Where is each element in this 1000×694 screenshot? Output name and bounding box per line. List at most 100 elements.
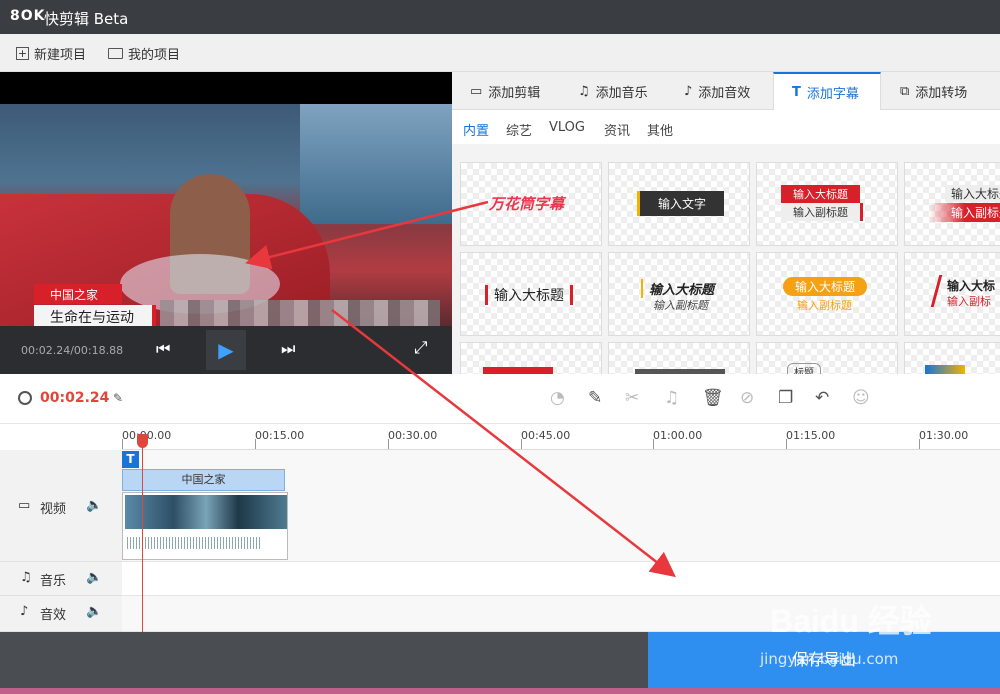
fullscreen-icon[interactable]: ⤢: [414, 338, 428, 358]
template-text: 输入大标题: [781, 185, 860, 203]
bell-icon[interactable]: ♫: [664, 388, 679, 408]
tab-label: 添加音乐: [595, 85, 648, 101]
template-card[interactable]: 输入大标题 输入副标题: [756, 162, 898, 246]
tab-label: 添加音效: [698, 85, 751, 101]
playback-controls: 00:02.24/00:18.88 ⏮ ▶ ⏭ ⤢: [0, 326, 452, 374]
template-card[interactable]: 标题: [756, 342, 898, 374]
template-card[interactable]: [904, 342, 1000, 374]
subtitle-clip[interactable]: 中国之家: [122, 469, 285, 491]
new-project-button[interactable]: + 新建项目: [16, 44, 86, 63]
tab-label: 添加剪辑: [488, 85, 541, 101]
track-header-video: ▭ 视频 🔈: [0, 450, 122, 562]
track-label: 音效: [40, 608, 67, 623]
trash-icon[interactable]: 🗑: [702, 388, 724, 408]
my-projects-button[interactable]: 我的项目: [108, 44, 180, 63]
subtab-other[interactable]: 其他: [647, 120, 673, 139]
subtab-variety[interactable]: 综艺: [506, 120, 532, 139]
next-frame-icon[interactable]: ⏭: [281, 339, 295, 359]
undo-icon[interactable]: ↶: [815, 388, 829, 408]
overlay-title-bottom: 生命在与运动: [34, 305, 156, 327]
music-icon: ♫: [578, 83, 590, 99]
pencil-icon[interactable]: ✎: [588, 388, 602, 408]
template-card[interactable]: 输入文字: [608, 162, 750, 246]
app-name: 快剪辑 Beta: [44, 10, 129, 28]
track-header-sfx: ♪ 音效 🔈: [0, 596, 122, 632]
ruler-tick: [122, 439, 123, 449]
playhead[interactable]: [142, 436, 143, 632]
template-text: 万花筒字幕: [489, 195, 565, 213]
title-bar: 8OK 快剪辑 Beta: [0, 0, 1000, 34]
subtitle-marker[interactable]: T: [122, 451, 139, 468]
accent-bar: [930, 275, 943, 307]
ruler-label: 00:15.00: [255, 429, 305, 442]
tab-add-music[interactable]: ♫ 添加音乐: [560, 72, 664, 110]
menu-bar: + 新建项目 我的项目: [0, 34, 1000, 72]
tab-add-subtitle[interactable]: T 添加字幕: [773, 72, 881, 110]
tab-label: 添加字幕: [806, 86, 859, 102]
music-icon: ♫: [20, 570, 32, 585]
ruler-tick: [653, 439, 654, 449]
tab-add-transition[interactable]: ⧉ 添加转场: [882, 72, 1000, 110]
new-project-label: 新建项目: [34, 48, 87, 63]
template-text: 输入大标题: [783, 277, 868, 296]
prev-frame-icon[interactable]: ⏮: [156, 339, 170, 359]
tab-add-sfx[interactable]: ♪ 添加音效: [666, 72, 772, 110]
video-clip[interactable]: [122, 492, 288, 560]
template-card[interactable]: 输入大标题 输入副标题: [608, 252, 750, 336]
play-button[interactable]: ▶: [206, 330, 246, 370]
sound-effect-icon: ♪: [20, 604, 29, 619]
ruler-tick: [919, 439, 920, 449]
template-grid: 万花筒字幕 输入文字 输入大标题 输入副标题 输入大标题 输入副标题 输入大标题…: [460, 162, 1000, 374]
scissors-icon[interactable]: ✂: [625, 388, 639, 408]
video-icon: ▭: [470, 83, 483, 99]
template-card[interactable]: [460, 342, 602, 374]
timeline-ruler[interactable]: 00:00.00 00:15.00 00:30.00 00:45.00 01:0…: [122, 424, 1000, 450]
speed-icon[interactable]: ◔: [550, 388, 565, 408]
template-text: 输入大标: [947, 279, 996, 293]
copy-icon[interactable]: ❐: [778, 388, 793, 408]
subtab-news[interactable]: 资讯: [604, 120, 630, 139]
template-card[interactable]: 输入大标 输入副标: [904, 252, 1000, 336]
subtab-builtin[interactable]: 内置: [463, 120, 489, 139]
background-sea: [300, 104, 452, 224]
template-card[interactable]: 输入大标题 输入副标题: [904, 162, 1000, 246]
overlay-title-top: 中国之家: [34, 284, 122, 304]
template-text: 输入大标题: [641, 279, 714, 298]
my-projects-label: 我的项目: [128, 48, 181, 63]
unlink-icon[interactable]: ⊘: [740, 388, 754, 408]
track-label: 视频: [40, 502, 67, 517]
baidu-url: jingyan.baidu.com: [760, 650, 899, 668]
volume-icon[interactable]: 🔈: [86, 570, 102, 585]
ruler-tick: [388, 439, 389, 449]
template-text: 输入副标题: [797, 299, 852, 312]
template-card[interactable]: 万花筒字幕: [460, 162, 602, 246]
tab-add-clip[interactable]: ▭ 添加剪辑: [452, 72, 558, 110]
template-card[interactable]: 输入大标题: [460, 252, 602, 336]
plus-box-icon: +: [16, 47, 29, 60]
clock-icon: [18, 391, 32, 405]
template-text: 输入副标题: [929, 203, 1000, 222]
sticker-icon[interactable]: ☺: [852, 388, 870, 408]
track-music[interactable]: [122, 562, 1000, 596]
tab-label: 添加转场: [915, 85, 968, 101]
clip-thumbnails: [125, 495, 287, 529]
playhead-handle[interactable]: [137, 434, 148, 448]
template-text: 输入文字: [637, 191, 725, 216]
template-card[interactable]: 输入大标题 输入副标题: [756, 252, 898, 336]
subtab-vlog[interactable]: VLOG: [549, 120, 585, 135]
baidu-watermark: Baidu 经验: [770, 603, 932, 639]
asset-panel: ▭ 添加剪辑 ♫ 添加音乐 ♪ 添加音效 T 添加字幕 ⧉ 添加转场 内置 综艺 VLOG…: [452, 72, 1000, 374]
subtab-bar: 内置 综艺 VLOG 资讯 其他: [452, 110, 1000, 144]
transition-icon: ⧉: [900, 83, 910, 99]
template-text: 输入副标题: [781, 203, 863, 221]
volume-icon[interactable]: 🔈: [86, 604, 102, 619]
track-header-music: ♫ 音乐 🔈: [0, 562, 122, 596]
current-time: 00:02.24: [40, 390, 110, 406]
app-logo: 8OK: [10, 8, 46, 24]
taskbar-strip: [0, 688, 1000, 694]
edit-time-icon[interactable]: ✎: [113, 391, 123, 405]
text-icon: T: [792, 84, 801, 100]
template-card[interactable]: [608, 342, 750, 374]
ruler-tick: [521, 439, 522, 449]
volume-icon[interactable]: 🔈: [86, 498, 102, 513]
